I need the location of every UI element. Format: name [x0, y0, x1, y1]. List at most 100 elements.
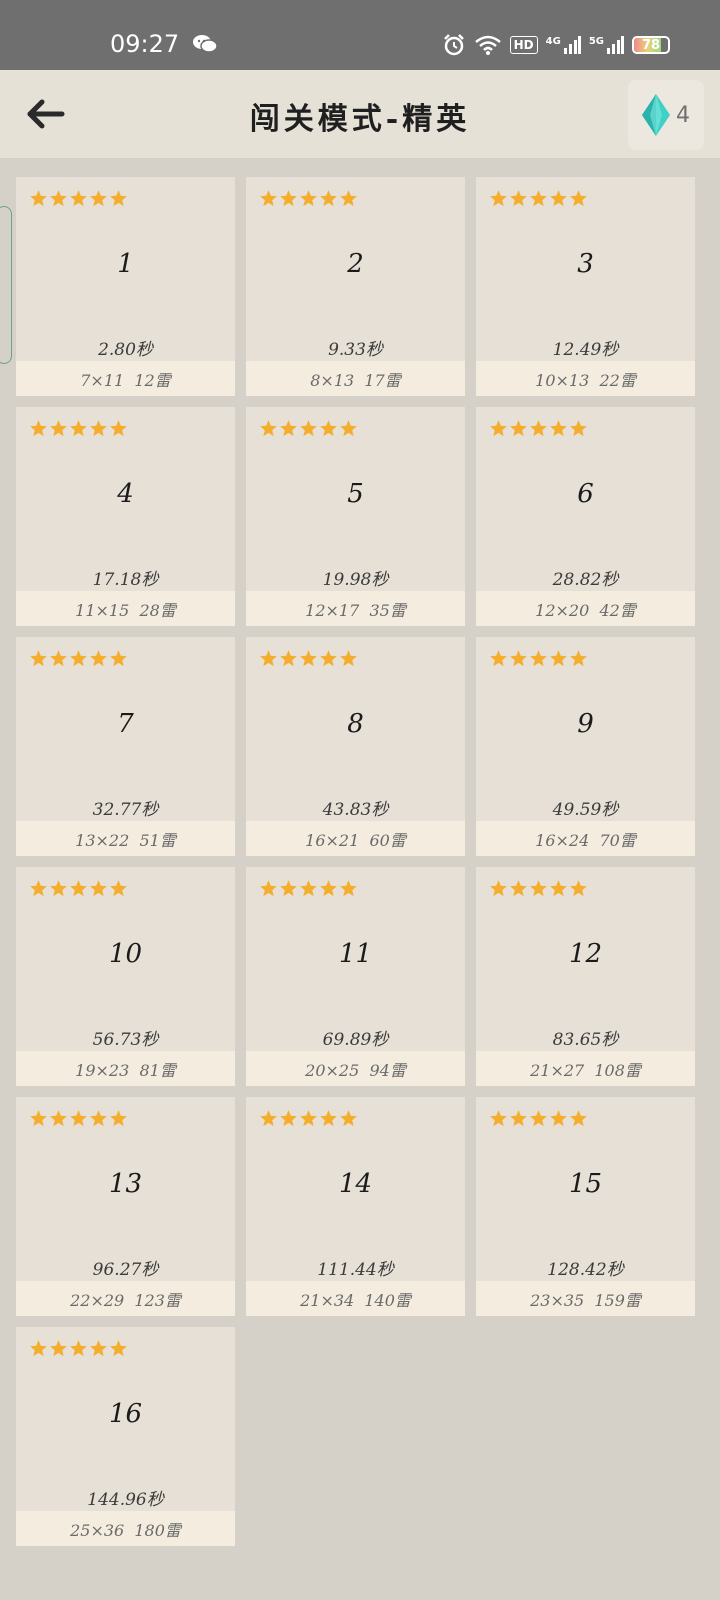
best-time: 56.73秒: [92, 1030, 159, 1050]
star-icon: [279, 649, 298, 668]
level-card-12[interactable]: 12 83.65秒 21×27 108雷: [476, 867, 695, 1086]
star-icon: [339, 1109, 358, 1128]
star-icon: [509, 189, 528, 208]
star-icon: [49, 1339, 68, 1358]
board-info: 12×17 35雷: [246, 591, 465, 626]
star-icon: [529, 419, 548, 438]
level-card-11[interactable]: 11 69.89秒 20×25 94雷: [246, 867, 465, 1086]
level-number: 10: [108, 939, 143, 969]
best-time: 2.80秒: [98, 340, 153, 360]
star-rating: [29, 1109, 128, 1128]
level-card-16[interactable]: 16 144.96秒 25×36 180雷: [16, 1327, 235, 1546]
star-rating: [489, 879, 588, 898]
star-rating: [29, 419, 128, 438]
board-info: 16×21 60雷: [246, 821, 465, 856]
star-icon: [279, 879, 298, 898]
status-bar: 09:27 HD 4G 5G 78: [0, 0, 720, 70]
star-icon: [259, 189, 278, 208]
star-rating: [29, 1339, 128, 1358]
status-time: 09:27: [110, 30, 180, 58]
star-icon: [489, 649, 508, 668]
level-card-5[interactable]: 5 19.98秒 12×17 35雷: [246, 407, 465, 626]
star-icon: [509, 1109, 528, 1128]
level-card-14[interactable]: 14 111.44秒 21×34 140雷: [246, 1097, 465, 1316]
gem-count: 4: [676, 102, 690, 128]
star-icon: [569, 189, 588, 208]
star-icon: [489, 419, 508, 438]
board-info: 25×36 180雷: [16, 1511, 235, 1546]
alarm-icon: [442, 33, 466, 57]
level-card-8[interactable]: 8 43.83秒 16×21 60雷: [246, 637, 465, 856]
level-number: 12: [568, 939, 603, 969]
battery-body: 78: [632, 36, 670, 54]
best-time: 128.42秒: [547, 1260, 624, 1280]
star-icon: [339, 189, 358, 208]
star-icon: [109, 419, 128, 438]
best-time: 28.82秒: [552, 570, 619, 590]
star-icon: [69, 419, 88, 438]
star-icon: [109, 1339, 128, 1358]
star-icon: [509, 419, 528, 438]
level-card-2[interactable]: 2 9.33秒 8×13 17雷: [246, 177, 465, 396]
board-info: 10×13 22雷: [476, 361, 695, 396]
level-card-7[interactable]: 7 32.77秒 13×22 51雷: [16, 637, 235, 856]
star-icon: [339, 419, 358, 438]
star-icon: [29, 1339, 48, 1358]
star-icon: [89, 419, 108, 438]
star-icon: [299, 419, 318, 438]
star-icon: [569, 1109, 588, 1128]
best-time: 43.83秒: [322, 800, 389, 820]
star-icon: [109, 189, 128, 208]
level-card-1[interactable]: 1 2.80秒 7×11 12雷: [16, 177, 235, 396]
star-icon: [109, 649, 128, 668]
star-rating: [29, 879, 128, 898]
star-icon: [49, 649, 68, 668]
level-card-6[interactable]: 6 28.82秒 12×20 42雷: [476, 407, 695, 626]
star-icon: [569, 879, 588, 898]
star-icon: [569, 419, 588, 438]
star-icon: [279, 1109, 298, 1128]
star-rating: [29, 649, 128, 668]
star-icon: [319, 1109, 338, 1128]
board-info: 21×27 108雷: [476, 1051, 695, 1086]
level-card-10[interactable]: 10 56.73秒 19×23 81雷: [16, 867, 235, 1086]
level-number: 4: [117, 479, 134, 509]
gem-icon: [642, 94, 670, 136]
best-time: 111.44秒: [317, 1260, 394, 1280]
gem-counter[interactable]: 4: [628, 80, 704, 150]
star-icon: [69, 1339, 88, 1358]
star-rating: [259, 419, 358, 438]
level-card-13[interactable]: 13 96.27秒 22×29 123雷: [16, 1097, 235, 1316]
star-rating: [259, 649, 358, 668]
star-icon: [259, 879, 278, 898]
board-info: 8×13 17雷: [246, 361, 465, 396]
star-rating: [489, 649, 588, 668]
level-number: 7: [117, 709, 134, 739]
level-number: 11: [338, 939, 373, 969]
star-icon: [69, 649, 88, 668]
star-icon: [299, 649, 318, 668]
star-icon: [529, 879, 548, 898]
star-icon: [29, 879, 48, 898]
star-icon: [259, 419, 278, 438]
level-card-3[interactable]: 3 12.49秒 10×13 22雷: [476, 177, 695, 396]
battery-level: 78: [641, 37, 661, 53]
best-time: 49.59秒: [552, 800, 619, 820]
star-icon: [29, 419, 48, 438]
level-card-4[interactable]: 4 17.18秒 11×15 28雷: [16, 407, 235, 626]
level-card-9[interactable]: 9 49.59秒 16×24 70雷: [476, 637, 695, 856]
level-card-15[interactable]: 15 128.42秒 23×35 159雷: [476, 1097, 695, 1316]
star-icon: [29, 189, 48, 208]
level-number: 9: [577, 709, 594, 739]
star-icon: [89, 649, 108, 668]
side-drawer-handle[interactable]: [0, 206, 12, 364]
best-time: 83.65秒: [552, 1030, 619, 1050]
star-icon: [509, 649, 528, 668]
level-number: 16: [108, 1399, 143, 1429]
star-icon: [69, 189, 88, 208]
level-number: 13: [108, 1169, 143, 1199]
star-icon: [279, 189, 298, 208]
star-rating: [489, 1109, 588, 1128]
star-icon: [49, 419, 68, 438]
wifi-icon: [474, 34, 502, 56]
